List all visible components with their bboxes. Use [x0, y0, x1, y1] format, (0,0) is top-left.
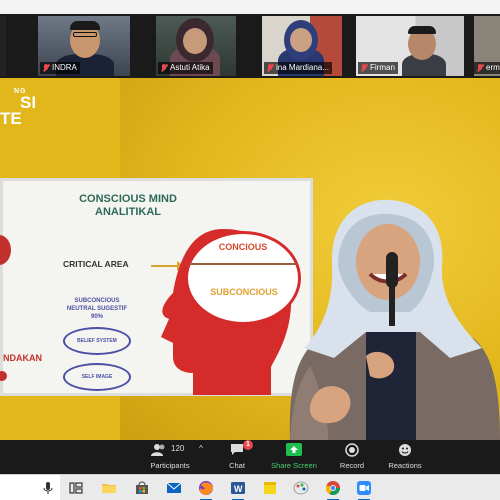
presentation-slide: CONSCIOUS MIND ANALITIKAL CRITICAL AREA …: [0, 178, 313, 396]
participant-tile-ermei[interactable]: ermei: [474, 16, 500, 76]
mail-icon[interactable]: [166, 480, 182, 496]
participant-tile-firman[interactable]: Firman: [356, 16, 464, 76]
paint-icon[interactable]: [293, 480, 309, 496]
participants-options-caret[interactable]: ^: [196, 444, 206, 453]
participants-icon: 120: [151, 442, 189, 458]
subconscious-neutral-label: SUBCONCIOUS NEUTRAL SUGESTIF 90%: [61, 297, 133, 321]
record-icon: [344, 442, 360, 458]
participants-label: Participants: [150, 461, 190, 470]
reactions-icon: [397, 442, 413, 458]
word-icon[interactable]: W: [230, 480, 246, 500]
critical-area-label: CRITICAL AREA: [63, 259, 129, 269]
task-view-icon[interactable]: [68, 480, 84, 496]
participant-name: Firman: [370, 63, 395, 72]
share-screen-icon: [286, 442, 302, 458]
reactions-label: Reactions: [388, 461, 422, 470]
share-screen-button[interactable]: Share Screen: [270, 442, 318, 470]
chrome-icon[interactable]: [325, 480, 341, 500]
participant-name-tag: ermei: [474, 62, 500, 74]
mic-muted-icon: [160, 63, 168, 73]
mic-muted-icon: [360, 63, 368, 73]
chat-button[interactable]: 1 Chat: [222, 440, 253, 470]
event-brand-logo: NG SI TE: [0, 88, 36, 127]
participant-name: Astuti Atika: [170, 63, 210, 72]
participants-button[interactable]: 120 Participants: [148, 442, 192, 470]
record-button[interactable]: Record: [336, 442, 368, 470]
slide-decoration: [0, 235, 11, 265]
participant-tile-ina-mardiana[interactable]: ina Mardiana...: [262, 16, 342, 76]
participant-name: ina Mardiana...: [276, 63, 329, 72]
sub-neutral-line-1: SUBCONCIOUS: [74, 298, 120, 304]
mic-icon[interactable]: [40, 480, 56, 496]
zoom-meeting-window: INDRA Astuti Atika ina Mardiana... Firma…: [0, 0, 500, 500]
participant-name-tag: ina Mardiana...: [264, 62, 332, 74]
sub-neutral-line-3: 90%: [90, 314, 103, 320]
store-icon[interactable]: [134, 480, 150, 496]
active-speaker-video: NG SI TE CONSCIOUS MIND ANALITIKAL CRITI…: [0, 78, 500, 440]
zoom-icon[interactable]: [356, 480, 372, 500]
svg-text:W: W: [234, 484, 243, 494]
slide-title: CONSCIOUS MIND ANALITIKAL: [63, 193, 193, 219]
speaker-person: [289, 199, 500, 440]
firefox-icon[interactable]: [198, 480, 214, 500]
share-screen-label: Share Screen: [271, 461, 317, 470]
record-label: Record: [339, 461, 365, 470]
participant-gallery: INDRA Astuti Atika ina Mardiana... Firma…: [0, 14, 500, 78]
chat-icon: 1: [229, 440, 253, 458]
brand-line-2: SI: [20, 93, 37, 112]
participants-count: 120: [171, 444, 185, 453]
belief-system-oval: BELIEF SYSTEM: [63, 327, 131, 355]
participant-tile-indra[interactable]: INDRA: [38, 16, 130, 76]
participant-tile-partial-left[interactable]: [0, 16, 6, 76]
participant-tile-astuti-atika[interactable]: Astuti Atika: [156, 16, 236, 76]
participant-name-tag: Astuti Atika: [158, 62, 213, 74]
chat-label: Chat: [229, 461, 245, 470]
sticky-notes-icon[interactable]: [262, 480, 278, 496]
windows-taskbar: W: [0, 474, 500, 500]
sub-neutral-line-2: NEUTRAL SUGESTIF: [66, 306, 128, 312]
participant-name-tag: INDRA: [40, 62, 80, 74]
mic-muted-icon: [266, 63, 274, 73]
participant-name: INDRA: [52, 63, 77, 72]
tindakan-label: NDAKAN: [3, 353, 42, 363]
mic-muted-icon: [42, 63, 50, 73]
slide-decoration: [0, 371, 7, 381]
file-explorer-icon[interactable]: [101, 480, 117, 496]
window-top-strip: [0, 0, 500, 14]
chat-unread-badge: 1: [243, 440, 253, 450]
slide-title-line-1: CONSCIOUS MIND: [79, 193, 177, 205]
mic-muted-icon: [476, 63, 484, 73]
participant-name-tag: Firman: [358, 62, 398, 74]
self-image-oval: SELF IMAGE: [63, 363, 131, 391]
slide-title-line-2: ANALITIKAL: [95, 206, 161, 218]
meeting-controls: 120 Participants ^ 1 Chat Share Screen R…: [0, 440, 500, 474]
brand-line-3: TE: [0, 109, 22, 128]
reactions-button[interactable]: Reactions: [386, 442, 424, 470]
participant-name: ermei: [486, 63, 500, 72]
